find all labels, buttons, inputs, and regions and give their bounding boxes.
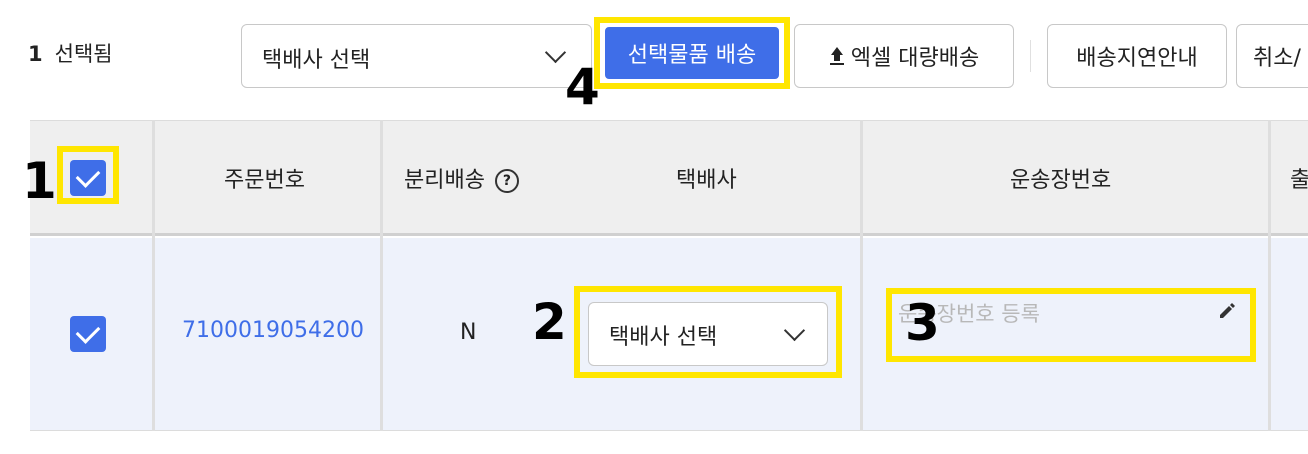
- split-shipping-value: N: [460, 320, 477, 345]
- header-split-shipping: 분리배송?: [404, 162, 519, 194]
- highlight-box-1: [57, 146, 119, 204]
- header-carrier: 택배사: [676, 168, 737, 193]
- help-icon[interactable]: ?: [494, 169, 519, 193]
- column-divider: [860, 120, 863, 431]
- column-divider: [380, 120, 383, 431]
- excel-bulk-shipping-button[interactable]: 엑셀 대량배송: [794, 24, 1014, 88]
- header-tracking-no: 운송장번호: [1010, 168, 1112, 193]
- bulk-carrier-select-value: 택배사 선택: [262, 48, 371, 73]
- toolbar-divider: [1030, 40, 1031, 72]
- selected-count-number: 1: [28, 42, 43, 66]
- upload-icon: [829, 47, 845, 65]
- header-next-column: 출: [1290, 168, 1308, 193]
- order-number-link[interactable]: 7100019054200: [182, 318, 364, 343]
- excel-bulk-shipping-label: 엑셀 대량배송: [850, 46, 980, 71]
- bulk-carrier-select[interactable]: 택배사 선택: [241, 24, 592, 88]
- header-order-no: 주문번호: [224, 168, 305, 193]
- annotation-number-4: 4: [565, 58, 600, 116]
- selection-count: 1 선택됨: [28, 38, 113, 68]
- table-header: [30, 120, 1308, 236]
- header-split-shipping-label: 분리배송: [404, 168, 485, 193]
- highlight-box-2: [574, 286, 842, 378]
- cancel-button[interactable]: 취소/: [1236, 24, 1308, 88]
- annotation-number-3: 3: [905, 294, 940, 352]
- column-divider: [152, 120, 155, 431]
- highlight-box-4: [594, 17, 790, 89]
- chevron-down-icon: [544, 41, 567, 64]
- column-divider: [1268, 120, 1271, 431]
- annotation-number-1: 1: [22, 152, 57, 210]
- row-checkbox[interactable]: [70, 316, 106, 352]
- annotation-number-2: 2: [532, 293, 567, 351]
- highlight-box-3: [886, 288, 1256, 362]
- shipping-delay-notice-button[interactable]: 배송지연안내: [1047, 24, 1227, 88]
- selected-count-label: 선택됨: [54, 42, 113, 66]
